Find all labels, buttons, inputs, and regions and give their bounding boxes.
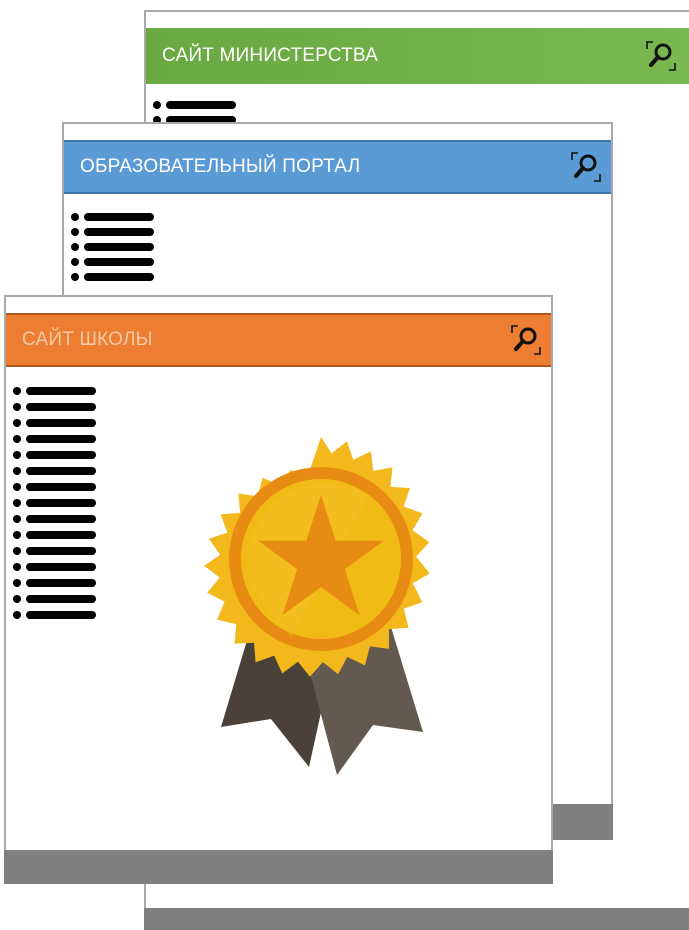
school-site-window: САЙТ ШКОЛЫ — [4, 295, 553, 884]
bulleted-list-icon — [13, 387, 96, 619]
school-footer — [4, 850, 553, 884]
school-header: САЙТ ШКОЛЫ — [6, 313, 551, 367]
ministry-footer — [144, 908, 689, 930]
search-icon[interactable] — [569, 150, 603, 184]
bulleted-list-icon — [71, 213, 154, 281]
search-icon[interactable] — [644, 39, 678, 73]
stage: САЙТ МИНИСТЕРСТВА ОБРАЗОВАТЕЛЬНЫЙ ПОРТАЛ — [0, 0, 689, 930]
ministry-header: САЙТ МИНИСТЕРСТВА — [146, 28, 689, 84]
portal-header: ОБРАЗОВАТЕЛЬНЫЙ ПОРТАЛ — [64, 140, 611, 194]
award-medal-icon — [204, 437, 430, 775]
search-icon[interactable] — [509, 323, 543, 357]
ministry-title: САЙТ МИНИСТЕРСТВА — [162, 45, 379, 66]
portal-title: ОБРАЗОВАТЕЛЬНЫЙ ПОРТАЛ — [80, 156, 361, 177]
school-title: САЙТ ШКОЛЫ — [22, 329, 153, 350]
